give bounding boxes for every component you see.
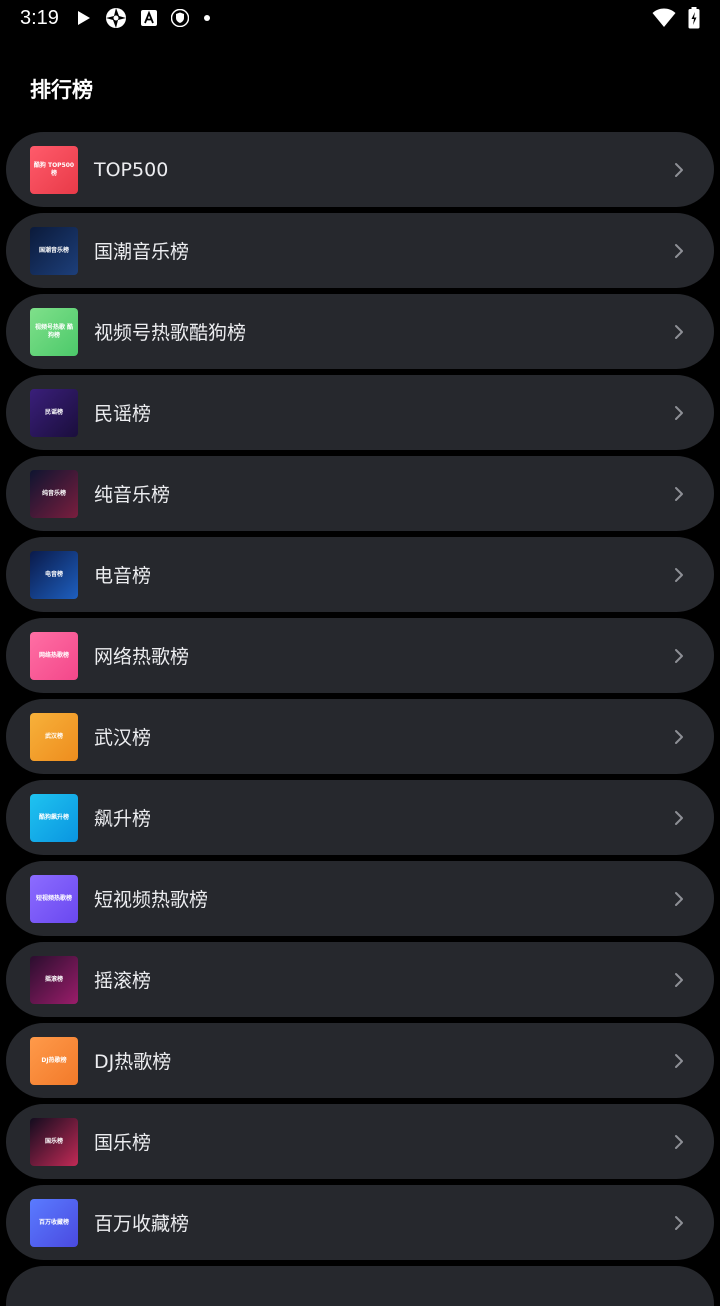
ranking-label: 摇滚榜 — [94, 970, 152, 992]
wifi-icon — [652, 8, 676, 28]
ranking-cover-text: 酷狗 TOP500榜 — [33, 161, 75, 177]
ranking-row[interactable]: 国潮音乐榜 国潮音乐榜 — [6, 213, 714, 288]
app-a-icon — [140, 10, 157, 26]
ranking-label: DJ热歌榜 — [94, 1051, 172, 1073]
ranking-cover-image: 武汉榜 — [30, 712, 78, 761]
ranking-cover-image: DJ热歌榜 — [30, 1036, 78, 1085]
ranking-row[interactable]: 纯音乐榜 纯音乐榜 — [6, 456, 714, 531]
ranking-cover-image: 酷狗飙升榜 — [30, 793, 78, 842]
page-title: 排行榜 — [30, 78, 93, 102]
ranking-label: 国潮音乐榜 — [94, 241, 190, 263]
ranking-cover-text: 国乐榜 — [44, 1137, 63, 1145]
status-bar: 3:19 — [0, 0, 720, 36]
chevron-right-icon — [674, 1053, 684, 1069]
ranking-row[interactable]: 百万收藏榜 百万收藏榜 — [6, 1185, 714, 1260]
ranking-row[interactable]: 国乐榜 国乐榜 — [6, 1104, 714, 1179]
ranking-label: 飙升榜 — [94, 808, 152, 830]
chevron-right-icon — [674, 810, 684, 826]
ranking-cover-text: DJ热歌榜 — [41, 1056, 67, 1064]
chevron-right-icon — [674, 162, 684, 178]
ranking-cover-image: 摇滚榜 — [30, 955, 78, 1004]
ranking-label: 网络热歌榜 — [94, 646, 190, 668]
ranking-row[interactable]: 网络热歌榜 网络热歌榜 — [6, 618, 714, 693]
chevron-right-icon — [674, 729, 684, 745]
ranking-cover-text: 武汉榜 — [44, 732, 63, 740]
ranking-row[interactable]: 视频号热歌 酷狗榜 视频号热歌酷狗榜 — [6, 294, 714, 369]
ranking-cover-image: 民谣榜 — [30, 388, 78, 437]
ranking-cover-image: 视频号热歌 酷狗榜 — [30, 307, 78, 356]
ranking-row[interactable]: 民谣榜 民谣榜 — [6, 375, 714, 450]
ranking-cover-image: 纯音乐榜 — [30, 469, 78, 518]
chevron-right-icon — [674, 567, 684, 583]
chevron-right-icon — [674, 891, 684, 907]
ranking-row[interactable]: 酷狗 TOP500榜 TOP500 — [6, 132, 714, 207]
ranking-cover-text: 摇滚榜 — [44, 975, 63, 983]
ranking-label: 民谣榜 — [94, 403, 152, 425]
chevron-right-icon — [674, 648, 684, 664]
ranking-row[interactable]: DJ热歌榜 DJ热歌榜 — [6, 1023, 714, 1098]
chevron-right-icon — [674, 324, 684, 340]
ranking-cover-image: 百万收藏榜 — [30, 1198, 78, 1247]
ranking-label: 纯音乐榜 — [94, 484, 171, 506]
ranking-row[interactable]: 短视频热歌榜 短视频热歌榜 — [6, 861, 714, 936]
ranking-label: 短视频热歌榜 — [94, 889, 209, 911]
ranking-cover-image: 电音榜 — [30, 550, 78, 599]
ranking-cover-text: 视频号热歌 酷狗榜 — [34, 323, 74, 339]
ranking-cover-image: 国潮音乐榜 — [30, 226, 78, 275]
ranking-row[interactable]: 电音榜 电音榜 — [6, 537, 714, 612]
chevron-right-icon — [674, 486, 684, 502]
ranking-label: 电音榜 — [94, 565, 152, 587]
ranking-cover-image: 短视频热歌榜 — [30, 874, 78, 923]
ranking-row-partial[interactable] — [6, 1266, 714, 1306]
ranking-cover-text: 酷狗飙升榜 — [38, 813, 69, 821]
play-icon — [77, 10, 91, 26]
ranking-cover-text: 百万收藏榜 — [38, 1218, 69, 1226]
ranking-cover-text: 国潮音乐榜 — [38, 246, 69, 254]
ranking-cover-image: 酷狗 TOP500榜 — [30, 145, 78, 194]
aperture-icon — [105, 7, 127, 29]
ranking-list: 酷狗 TOP500榜 TOP500 国潮音乐榜 国潮音乐榜 视频号热歌 酷狗榜 视频号热歌… — [6, 132, 714, 1306]
ranking-cover-image: 国乐榜 — [30, 1117, 78, 1166]
ranking-cover-text: 民谣榜 — [44, 408, 63, 416]
ranking-row[interactable]: 武汉榜 武汉榜 — [6, 699, 714, 774]
ranking-cover-image: 网络热歌榜 — [30, 631, 78, 680]
chevron-right-icon — [674, 243, 684, 259]
ranking-label: 视频号热歌酷狗榜 — [94, 322, 247, 344]
chevron-right-icon — [674, 405, 684, 421]
dot-icon — [203, 14, 211, 22]
ranking-row[interactable]: 摇滚榜 摇滚榜 — [6, 942, 714, 1017]
chevron-right-icon — [674, 1215, 684, 1231]
ranking-label: 武汉榜 — [94, 727, 152, 749]
ranking-row[interactable]: 酷狗飙升榜 飙升榜 — [6, 780, 714, 855]
ranking-label: 百万收藏榜 — [94, 1213, 190, 1235]
status-time: 3:19 — [20, 6, 59, 29]
chevron-right-icon — [674, 1134, 684, 1150]
chevron-right-icon — [674, 972, 684, 988]
ranking-label: 国乐榜 — [94, 1132, 152, 1154]
ranking-cover-text: 网络热歌榜 — [38, 651, 69, 659]
ranking-label: TOP500 — [94, 158, 169, 181]
shield-icon — [170, 9, 189, 27]
battery-icon — [688, 7, 700, 29]
ranking-cover-text: 短视频热歌榜 — [35, 894, 72, 902]
ranking-cover-text: 电音榜 — [44, 570, 63, 578]
ranking-cover-text: 纯音乐榜 — [41, 489, 66, 497]
